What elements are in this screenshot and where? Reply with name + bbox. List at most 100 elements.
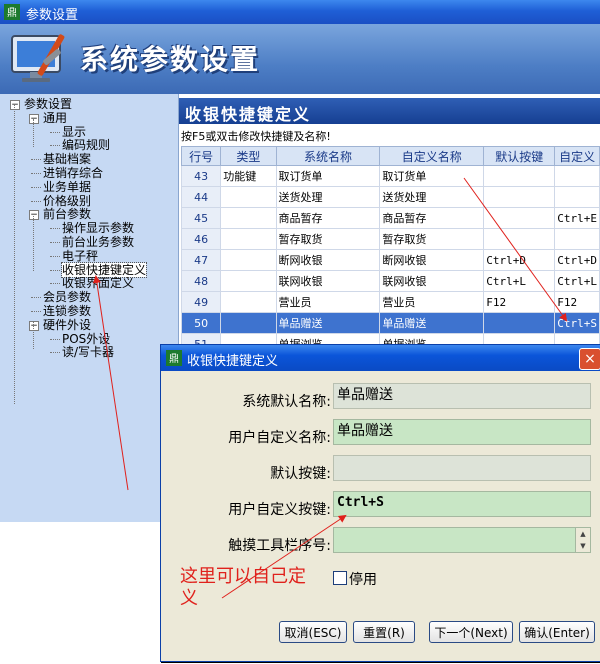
- grid-cell-type[interactable]: 功能键: [220, 165, 277, 187]
- grid-column-header[interactable]: 自定义: [554, 146, 600, 166]
- grid-cell-type[interactable]: [220, 291, 277, 313]
- grid-column-header[interactable]: 类型: [220, 146, 277, 166]
- grid-cell-default-key[interactable]: F12: [483, 291, 556, 313]
- grid-cell-sys[interactable]: 送货处理: [275, 186, 381, 208]
- grid-cell-custom[interactable]: 送货处理: [379, 186, 485, 208]
- grid-cell-sys[interactable]: 营业员: [275, 291, 381, 313]
- tree-item[interactable]: 编码规则: [62, 138, 110, 152]
- grid-cell-type[interactable]: [220, 249, 277, 271]
- grid-cell-custom-key[interactable]: Ctrl+E: [554, 207, 600, 229]
- next-button[interactable]: 下一个(Next): [429, 621, 513, 643]
- grid-cell-custom[interactable]: 商品暂存: [379, 207, 485, 229]
- tree-item[interactable]: 电子秤: [62, 249, 98, 263]
- grid-cell-custom-key[interactable]: [554, 165, 600, 187]
- table-row[interactable]: 46 暂存取货 暂存取货: [180, 228, 600, 250]
- shortcut-edit-dialog[interactable]: 鼎 收银快捷键定义 × 系统默认名称: 单品赠送 用户自定义名称: 单品赠送 默…: [160, 344, 600, 662]
- tree-item[interactable]: 参数设置: [24, 97, 72, 111]
- grid-cell-default-key[interactable]: [483, 186, 556, 208]
- grid-cell-no[interactable]: 48: [180, 270, 222, 292]
- cancel-button[interactable]: 取消(ESC): [279, 621, 347, 643]
- grid-cell-custom[interactable]: 暂存取货: [379, 228, 485, 250]
- grid-cell-custom[interactable]: 断网收银: [379, 249, 485, 271]
- user-key-input[interactable]: Ctrl+S: [333, 491, 591, 517]
- tree-item[interactable]: 收银界面定义: [62, 276, 134, 290]
- settings-tree[interactable]: − 参数设置 − 通用 显示 编码规则 基础档案 进销存综合 业务单据 价格级别 − 前台参数 操作显示…: [0, 94, 179, 522]
- grid-column-header[interactable]: 默认按键: [483, 146, 556, 166]
- shortcut-grid[interactable]: 行号 类型 系统名称 自定义名称 默认按键 自定义 43 功能键 取订货单 取订货单 44 送货处理…: [180, 146, 600, 355]
- tree-collapse-icon[interactable]: −: [29, 210, 39, 221]
- grid-cell-custom-key[interactable]: Ctrl+S: [554, 312, 600, 334]
- tree-item[interactable]: 价格级别: [43, 194, 91, 208]
- disable-checkbox[interactable]: [333, 571, 347, 585]
- tree-collapse-icon[interactable]: −: [10, 100, 20, 110]
- grid-cell-no[interactable]: 45: [180, 207, 222, 229]
- tree-item[interactable]: 收银快捷键定义: [60, 261, 148, 278]
- touch-index-spinner[interactable]: ▲ ▼: [333, 527, 591, 553]
- grid-cell-sys[interactable]: 单品赠送: [275, 312, 381, 334]
- grid-cell-default-key[interactable]: [483, 228, 556, 250]
- table-row[interactable]: 49 营业员 营业员 F12 F12: [180, 291, 600, 313]
- grid-cell-type[interactable]: [220, 207, 277, 229]
- tree-item[interactable]: 基础档案: [43, 152, 91, 166]
- grid-cell-no[interactable]: 44: [180, 186, 222, 208]
- grid-cell-custom[interactable]: 单品赠送: [379, 312, 485, 334]
- grid-cell-default-key[interactable]: [483, 312, 556, 334]
- grid-cell-default-key[interactable]: Ctrl+L: [483, 270, 556, 292]
- grid-cell-sys[interactable]: 联网收银: [275, 270, 381, 292]
- tree-item[interactable]: 进销存综合: [43, 166, 103, 180]
- grid-cell-custom-key[interactable]: F12: [554, 291, 600, 313]
- tree-collapse-icon[interactable]: −: [29, 113, 39, 124]
- grid-cell-no[interactable]: 50: [180, 312, 222, 334]
- grid-cell-custom-key[interactable]: Ctrl+D: [554, 249, 600, 271]
- tree-collapse-icon[interactable]: −: [29, 320, 39, 331]
- table-row[interactable]: 47 断网收银 断网收银 Ctrl+D Ctrl+D: [180, 249, 600, 271]
- grid-column-header[interactable]: 系统名称: [275, 146, 381, 166]
- dialog-titlebar[interactable]: 鼎 收银快捷键定义 ×: [161, 345, 600, 371]
- grid-cell-no[interactable]: 43: [180, 165, 222, 187]
- tree-item[interactable]: 读/写卡器: [62, 345, 114, 359]
- user-name-input[interactable]: 单品赠送: [333, 419, 591, 445]
- grid-column-header[interactable]: 行号: [180, 146, 222, 166]
- spinner-arrows-icon[interactable]: ▲ ▼: [575, 528, 590, 552]
- tree-item[interactable]: 会员参数: [43, 290, 91, 304]
- grid-cell-default-key[interactable]: [483, 165, 556, 187]
- grid-cell-sys[interactable]: 暂存取货: [275, 228, 381, 250]
- grid-cell-type[interactable]: [220, 186, 277, 208]
- grid-cell-type[interactable]: [220, 270, 277, 292]
- tree-item[interactable]: 显示: [62, 125, 86, 139]
- grid-cell-custom-key[interactable]: Ctrl+L: [554, 270, 600, 292]
- table-row[interactable]: 44 送货处理 送货处理: [180, 186, 600, 208]
- grid-cell-custom[interactable]: 取订货单: [379, 165, 485, 187]
- grid-cell-custom-key[interactable]: [554, 186, 600, 208]
- grid-cell-sys[interactable]: 断网收银: [275, 249, 381, 271]
- table-row[interactable]: 48 联网收银 联网收银 Ctrl+L Ctrl+L: [180, 270, 600, 292]
- tree-item[interactable]: 前台参数: [43, 207, 91, 221]
- grid-cell-default-key[interactable]: Ctrl+D: [483, 249, 556, 271]
- tree-item[interactable]: 前台业务参数: [62, 235, 134, 249]
- confirm-button[interactable]: 确认(Enter): [519, 621, 595, 643]
- table-row[interactable]: 43 功能键 取订货单 取订货单: [180, 165, 600, 187]
- grid-cell-custom[interactable]: 联网收银: [379, 270, 485, 292]
- grid-cell-default-key[interactable]: [483, 207, 556, 229]
- main-window-titlebar[interactable]: 鼎 参数设置: [0, 0, 600, 24]
- grid-cell-type[interactable]: [220, 228, 277, 250]
- tree-item[interactable]: 硬件外设: [43, 318, 91, 332]
- tree-item[interactable]: 通用: [43, 111, 67, 125]
- grid-cell-sys[interactable]: 商品暂存: [275, 207, 381, 229]
- tree-item[interactable]: 业务单据: [43, 180, 91, 194]
- tree-item[interactable]: 操作显示参数: [62, 221, 134, 235]
- close-icon[interactable]: ×: [579, 348, 600, 370]
- grid-column-header[interactable]: 自定义名称: [379, 146, 485, 166]
- grid-cell-custom-key[interactable]: [554, 228, 600, 250]
- table-row[interactable]: 50 单品赠送 单品赠送 Ctrl+S: [180, 312, 600, 334]
- grid-cell-sys[interactable]: 取订货单: [275, 165, 381, 187]
- grid-cell-no[interactable]: 49: [180, 291, 222, 313]
- table-row[interactable]: 45 商品暂存 商品暂存 Ctrl+E: [180, 207, 600, 229]
- tree-item[interactable]: 连锁参数: [43, 304, 91, 318]
- grid-cell-custom[interactable]: 营业员: [379, 291, 485, 313]
- tree-item[interactable]: POS外设: [62, 332, 110, 346]
- grid-cell-no[interactable]: 46: [180, 228, 222, 250]
- reset-button[interactable]: 重置(R): [353, 621, 415, 643]
- grid-cell-type[interactable]: [220, 312, 277, 334]
- grid-cell-no[interactable]: 47: [180, 249, 222, 271]
